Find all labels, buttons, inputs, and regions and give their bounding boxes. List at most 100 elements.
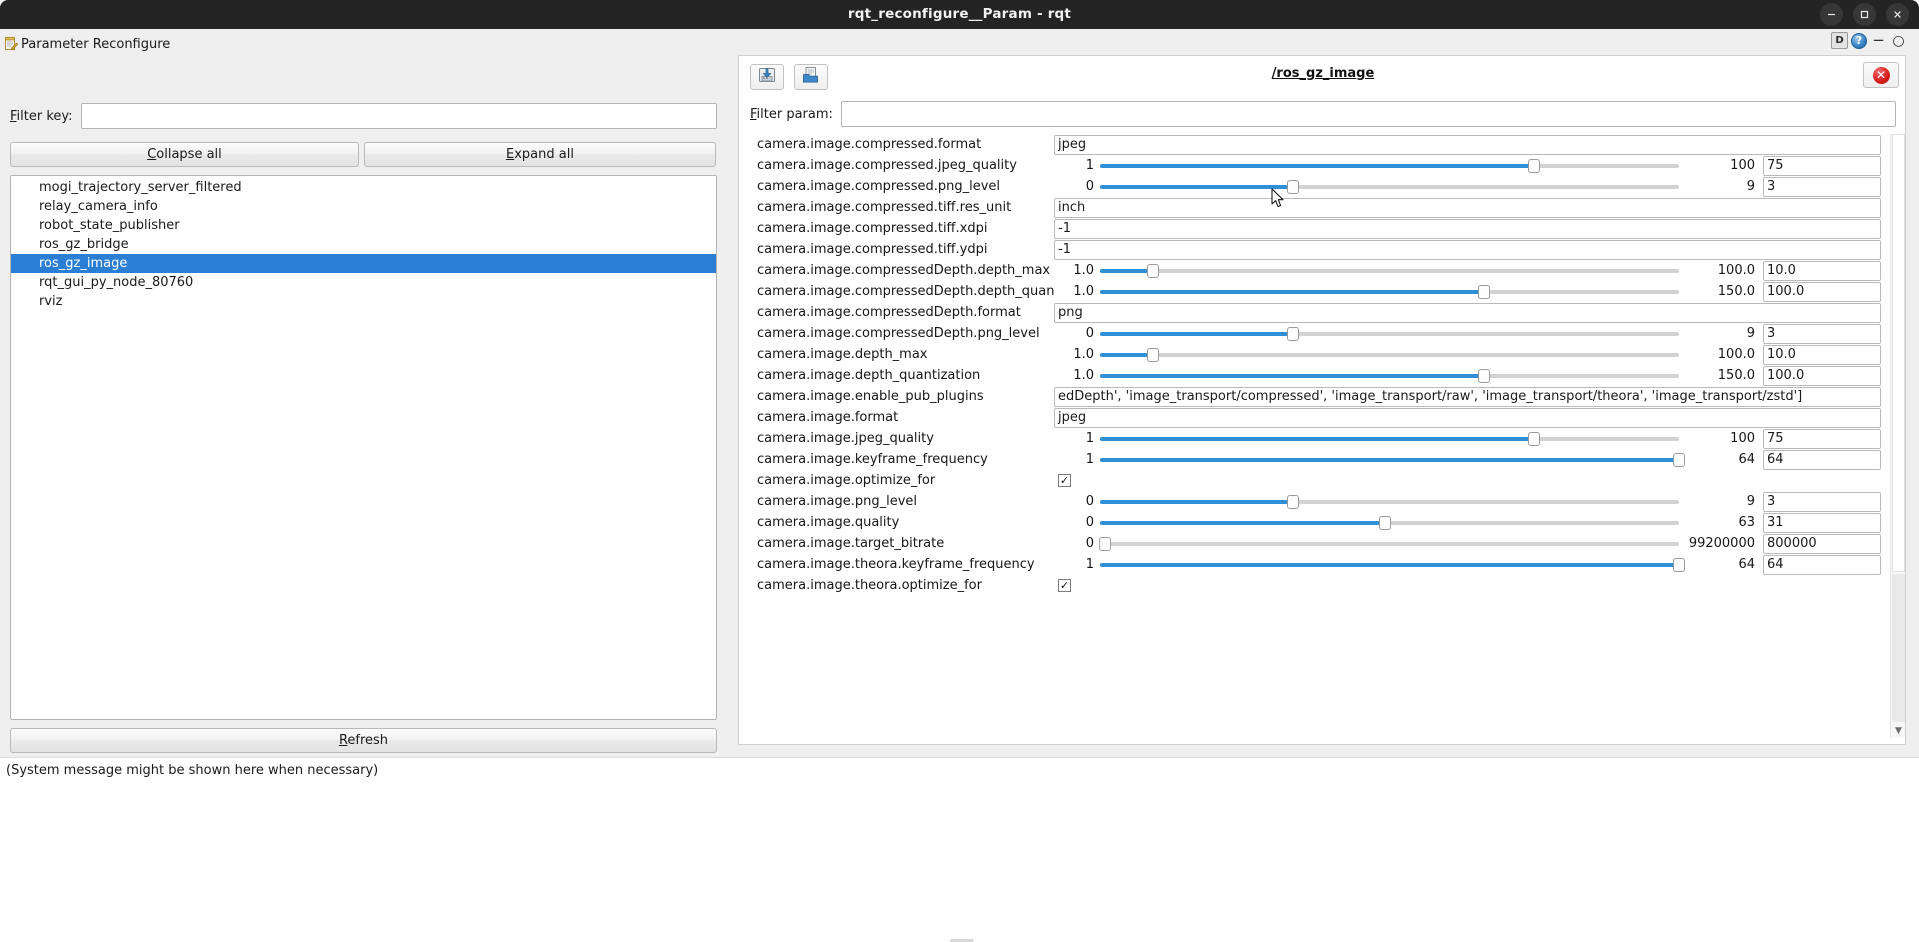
application-body: Parameter Reconfigure Filter key: Collap… xyxy=(0,29,1919,942)
tree-item[interactable]: robot_state_publisher xyxy=(11,216,716,235)
parameter-slider[interactable] xyxy=(1100,176,1679,197)
parameter-spinbox[interactable]: 800000 xyxy=(1763,533,1881,554)
parameter-list-scrollbar[interactable]: ▼ xyxy=(1890,134,1905,738)
slider-handle[interactable] xyxy=(1528,159,1541,173)
parameter-spinbox[interactable]: 10.0 xyxy=(1763,344,1881,365)
parameter-checkbox[interactable]: ✓ xyxy=(1058,579,1071,592)
tree-item[interactable]: mogi_trajectory_server_filtered xyxy=(11,178,716,197)
parameter-spinbox[interactable]: 3 xyxy=(1763,323,1881,344)
parameter-row: camera.image.compressed.png_level 0 9 3 xyxy=(750,176,1881,197)
parameter-control: 1 100 75 xyxy=(1054,155,1881,176)
parameter-row: camera.image.compressedDepth.depth_quant… xyxy=(750,281,1881,302)
filter-key-input[interactable] xyxy=(80,103,717,129)
scrollbar-track[interactable] xyxy=(1892,574,1905,722)
slider-handle[interactable] xyxy=(1673,558,1685,572)
slider-fill xyxy=(1100,353,1153,357)
parameter-text-input[interactable]: jpeg xyxy=(1054,134,1881,155)
parameter-slider[interactable] xyxy=(1100,491,1679,512)
parameter-row: camera.image.target_bitrate 0 99200000 8000… xyxy=(750,533,1881,554)
parameter-name-label: camera.image.compressed.tiff.xdpi xyxy=(757,221,988,236)
slider-handle[interactable] xyxy=(1286,495,1299,509)
minimize-button[interactable] xyxy=(1820,3,1843,26)
parameter-spinbox[interactable]: 75 xyxy=(1763,155,1881,176)
slider-handle[interactable] xyxy=(1286,180,1299,194)
maximize-button[interactable] xyxy=(1853,3,1876,26)
parameter-slider[interactable] xyxy=(1100,155,1679,176)
tree-item[interactable]: ros_gz_bridge xyxy=(11,235,716,254)
parameter-row: camera.image.compressedDepth.png_level 0 9… xyxy=(750,323,1881,344)
slider-handle[interactable] xyxy=(1673,453,1685,467)
tree-item[interactable]: rviz xyxy=(11,292,716,311)
parameter-panel: /ros_gz_image ✕ Filter param: camera.ima… xyxy=(738,55,1906,745)
parameter-checkbox[interactable]: ✓ xyxy=(1058,474,1071,487)
slider-handle[interactable] xyxy=(1286,327,1299,341)
parameter-text-input[interactable]: edDepth', 'image_transport/compressed', … xyxy=(1054,386,1881,407)
parameter-spinbox[interactable]: 100.0 xyxy=(1763,365,1881,386)
slider-min-label: 1.0 xyxy=(1073,263,1094,278)
parameter-text-input[interactable]: -1 xyxy=(1054,218,1881,239)
slider-fill xyxy=(1100,374,1485,378)
parameter-slider[interactable] xyxy=(1100,512,1679,533)
slider-handle[interactable] xyxy=(1098,537,1111,551)
parameter-text-input[interactable]: jpeg xyxy=(1054,407,1881,428)
parameter-spinbox[interactable]: 3 xyxy=(1763,491,1881,512)
dock-float-button[interactable]: D xyxy=(1831,32,1848,49)
parameter-row: camera.image.format jpeg xyxy=(750,407,1881,428)
parameter-slider[interactable] xyxy=(1100,260,1679,281)
parameter-spinbox[interactable]: 3 xyxy=(1763,176,1881,197)
scroll-down-arrow-icon[interactable]: ▼ xyxy=(1891,723,1906,738)
parameter-control: 0 99200000 800000 xyxy=(1054,533,1881,554)
filter-param-input[interactable] xyxy=(840,101,1896,127)
tree-item[interactable]: rqt_gui_py_node_80760 xyxy=(11,273,716,292)
slider-handle[interactable] xyxy=(1528,432,1541,446)
slider-min-label: 1 xyxy=(1085,557,1094,572)
parameter-spinbox[interactable]: 10.0 xyxy=(1763,260,1881,281)
parameter-name-label: camera.image.depth_quantization xyxy=(757,368,981,383)
scrollbar-thumb[interactable] xyxy=(1892,134,1905,572)
slider-handle[interactable] xyxy=(1478,369,1491,383)
parameter-spinbox[interactable]: 31 xyxy=(1763,512,1881,533)
mouse-cursor xyxy=(1271,188,1285,213)
parameter-slider[interactable] xyxy=(1100,344,1679,365)
parameter-text-input[interactable]: inch xyxy=(1054,197,1881,218)
help-icon[interactable]: ? xyxy=(1851,32,1867,49)
parameter-slider[interactable] xyxy=(1100,323,1679,344)
slider-max-label: 9 xyxy=(1746,494,1755,509)
parameter-text-input[interactable]: -1 xyxy=(1054,239,1881,260)
parameter-slider[interactable] xyxy=(1098,533,1679,554)
collapse-all-button[interactable]: Collapse all xyxy=(10,142,359,167)
parameter-row: camera.image.compressed.format jpeg xyxy=(750,134,1881,155)
parameter-slider[interactable] xyxy=(1100,554,1685,575)
status-bar: (System message might be shown here when… xyxy=(0,757,1919,783)
node-tree[interactable]: mogi_trajectory_server_filtered relay_cam… xyxy=(10,175,717,720)
parameter-spinbox[interactable]: 100.0 xyxy=(1763,281,1881,302)
parameter-name-label: camera.image.depth_max xyxy=(757,347,928,362)
close-button[interactable] xyxy=(1886,3,1909,26)
tree-item[interactable]: ros_gz_image xyxy=(11,254,716,273)
refresh-button[interactable]: Refresh xyxy=(10,728,717,753)
slider-min-label: 0 xyxy=(1085,515,1094,530)
dock-restore-button[interactable]: ○ xyxy=(1890,32,1907,49)
parameter-slider[interactable] xyxy=(1100,365,1679,386)
expand-all-button[interactable]: Expand all xyxy=(364,142,716,167)
slider-handle[interactable] xyxy=(1146,348,1159,362)
slider-handle[interactable] xyxy=(1146,264,1159,278)
parameter-slider[interactable] xyxy=(1100,449,1685,470)
dock-minimize-button[interactable]: − xyxy=(1870,32,1887,49)
expand-all-label: Expand all xyxy=(506,147,574,162)
parameter-slider[interactable] xyxy=(1100,428,1679,449)
slider-handle[interactable] xyxy=(1478,285,1491,299)
parameter-spinbox[interactable]: 64 xyxy=(1763,449,1881,470)
slider-handle[interactable] xyxy=(1378,516,1391,530)
collapse-all-label: Collapse all xyxy=(147,147,222,162)
parameter-spinbox[interactable]: 64 xyxy=(1763,554,1881,575)
close-panel-button[interactable]: ✕ xyxy=(1863,62,1899,88)
parameter-slider[interactable] xyxy=(1100,281,1679,302)
parameter-list: camera.image.compressed.format jpeg camera… xyxy=(750,134,1896,738)
slider-max-label: 64 xyxy=(1738,557,1755,572)
parameter-name-label: camera.image.compressed.tiff.ydpi xyxy=(757,242,988,257)
slider-max-label: 100 xyxy=(1730,158,1755,173)
parameter-text-input[interactable]: png xyxy=(1054,302,1881,323)
parameter-spinbox[interactable]: 75 xyxy=(1763,428,1881,449)
tree-item[interactable]: relay_camera_info xyxy=(11,197,716,216)
